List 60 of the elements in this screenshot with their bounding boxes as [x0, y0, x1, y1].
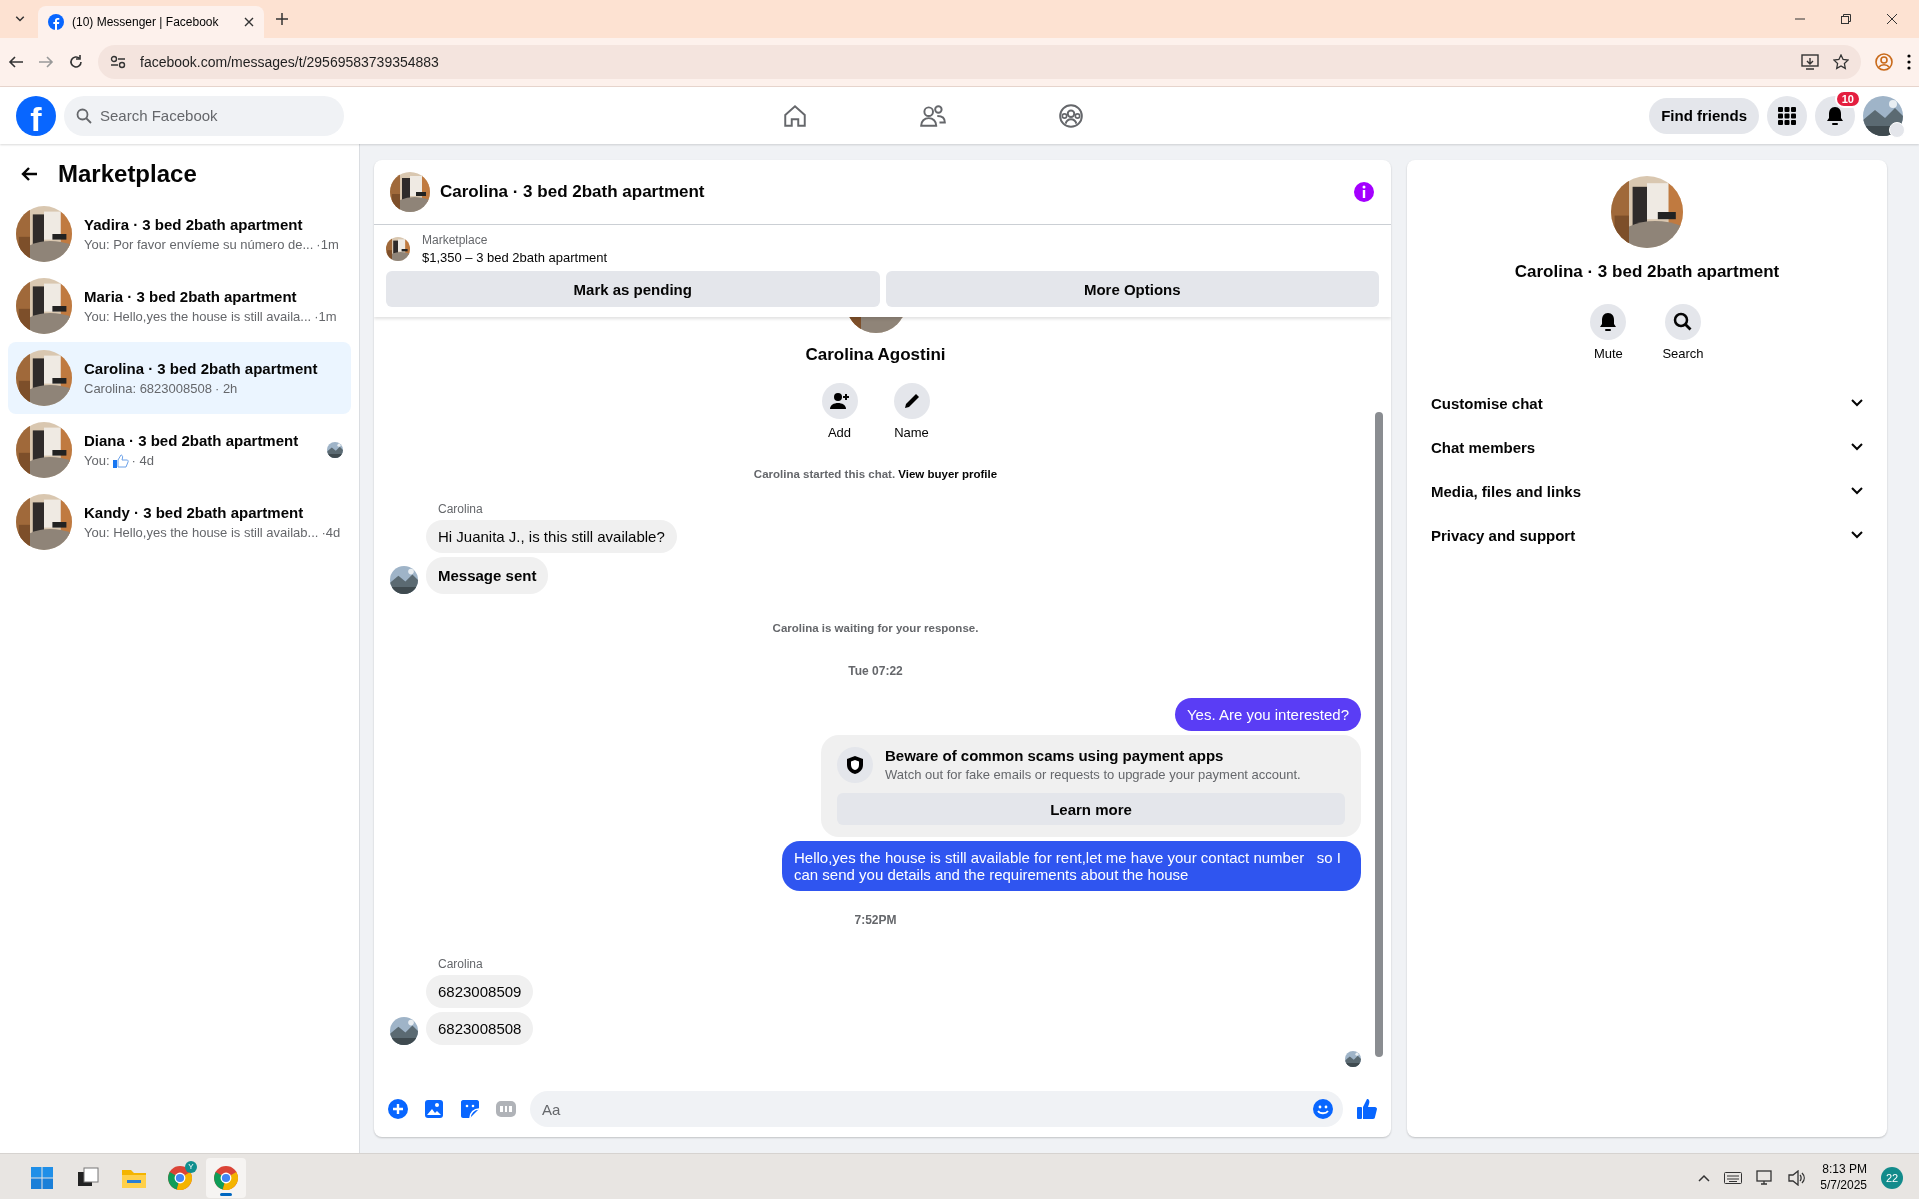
message-time: ·4d	[321, 525, 341, 540]
taskbar-app[interactable]: Y	[160, 1157, 200, 1198]
conversation-title: Carolina · 3 bed 2bath apartment	[1514, 262, 1780, 282]
section-header[interactable]: Chat members	[1423, 425, 1871, 469]
warning-title: Beware of common scams using payment apps	[885, 747, 1225, 764]
timestamp: 7:52PM	[853, 913, 898, 927]
listing-action-button[interactable]: Mark as pending	[386, 271, 880, 307]
view-buyer-profile-link[interactable]: View buyer profile	[898, 468, 998, 480]
listing-action-button[interactable]: More Options	[885, 271, 1379, 307]
message-preview: You:	[84, 453, 110, 468]
outgoing-message: Yes. Are you interested?	[1174, 698, 1361, 731]
message-preview: Carolina: 6823008508	[84, 381, 212, 396]
conversation-item[interactable]: Carolina · 3 bed 2bath apartment Carolina: 6823008508 · 2h	[8, 342, 351, 414]
facebook-logo[interactable]: f	[16, 95, 56, 136]
incoming-message: 6823008509	[426, 975, 534, 1008]
system-message: Carolina is waiting for your response.	[771, 622, 980, 634]
contact-name: Carolina Agostini	[805, 345, 946, 365]
section-header[interactable]: Privacy and support	[1423, 513, 1871, 557]
listing-price: $1,350 – 3 bed 2bath apartment	[422, 250, 608, 265]
message-preview: You: Hello,yes the house is still availab...	[84, 525, 319, 540]
conversation-title: Yadira · 3 bed 2bath apartment	[84, 216, 304, 233]
incoming-message: Message sent	[426, 557, 549, 594]
conversation-title: Kandy · 3 bed 2bath apartment	[84, 504, 305, 521]
chat-title: Carolina · 3 bed 2bath apartment	[440, 182, 706, 202]
browser-tab[interactable]: (10) Messenger | Facebook	[38, 6, 264, 38]
outgoing-message: Hello,yes the house is still available for rent,let me have your contact number so I can send you details and the requirements about the house	[782, 841, 1361, 891]
clock-date[interactable]: 5/7/2025	[1820, 1177, 1867, 1194]
message-input[interactable]: Aa	[530, 1091, 1343, 1127]
conversation-item[interactable]: Yadira · 3 bed 2bath apartment You: Por favor envíeme su número de... ·1m	[8, 198, 351, 270]
conversation-title: Maria · 3 bed 2bath apartment	[84, 288, 298, 305]
warning-text: Watch out for fake emails or requests to upgrade your payment account.	[885, 767, 1301, 782]
section-header[interactable]: Customise chat	[1423, 381, 1871, 425]
conversation-item[interactable]: Kandy · 3 bed 2bath apartment You: Hello,yes the house is still availab... ·4d	[8, 486, 351, 558]
message-time: · 4d	[131, 453, 154, 468]
message-time: · 2h	[214, 381, 238, 396]
find-friends-button[interactable]: Find friends	[1649, 97, 1759, 134]
notification-badge[interactable]: 22	[1881, 1166, 1903, 1189]
message-preview: You: Hello,yes the house is still availa...	[84, 309, 312, 324]
notification-badge: 10	[1834, 89, 1861, 108]
sender-name: Carolina	[438, 502, 484, 516]
search-field[interactable]: Search Facebook	[64, 95, 344, 136]
sidebar-title: Marketplace	[58, 160, 197, 188]
conversation-title: Carolina · 3 bed 2bath apartment	[84, 360, 319, 377]
timestamp: Tue 07:22	[847, 664, 904, 678]
conversation-title: Diana · 3 bed 2bath apartment	[84, 432, 300, 449]
address-bar[interactable]: facebook.com/messages/t/29569583739354883	[98, 45, 1861, 79]
message-preview: You: Por favor envíeme su número de...	[84, 237, 314, 252]
incoming-message: 6823008508	[426, 1012, 534, 1045]
section-header[interactable]: Media, files and links	[1423, 469, 1871, 513]
sender-name: Carolina	[438, 957, 484, 971]
conversation-item[interactable]: Maria · 3 bed 2bath apartment You: Hello,yes the house is still availa... ·1m	[8, 270, 351, 342]
clock-time[interactable]: 8:13 PM	[1820, 1161, 1867, 1178]
listing-label: Marketplace	[422, 233, 489, 247]
app-badge: Y	[185, 1160, 197, 1173]
message-time: ·1m	[314, 309, 337, 324]
system-message: Carolina started this chat. View buyer profile	[752, 468, 999, 480]
message-time: ·1m	[316, 237, 339, 252]
learn-more-button[interactable]: Learn more	[837, 793, 1345, 825]
incoming-message: Hi Juanita J., is this still available?	[426, 520, 677, 553]
conversation-item[interactable]: Diana · 3 bed 2bath apartment You: · 4d	[8, 414, 351, 486]
